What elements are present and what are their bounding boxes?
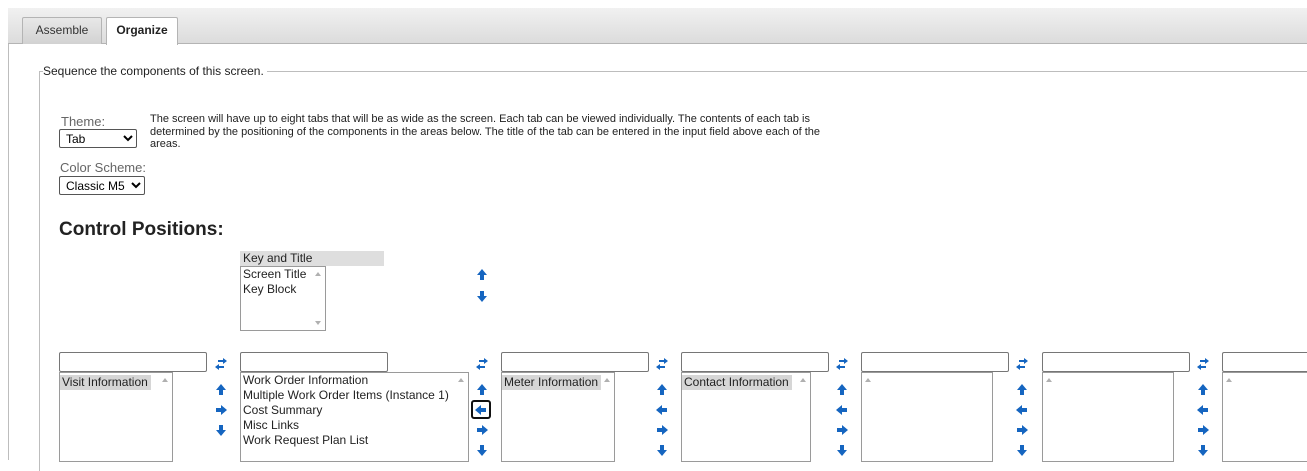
arrow-down-icon[interactable]: [475, 443, 489, 457]
arrow-left-icon[interactable]: [1196, 403, 1210, 417]
arrow-up-icon[interactable]: [1196, 383, 1210, 397]
scrollbar[interactable]: [159, 373, 172, 461]
arrow-left-icon[interactable]: [835, 403, 849, 417]
list-item[interactable]: Misc Links: [241, 418, 468, 433]
arrow-down-icon[interactable]: [835, 443, 849, 457]
arrow-right-icon[interactable]: [655, 423, 669, 437]
arrow-down-icon[interactable]: [214, 423, 228, 437]
arrow-down-icon[interactable]: [1196, 443, 1210, 457]
list-item[interactable]: Cost Summary: [241, 403, 468, 418]
tab-organize[interactable]: Organize: [106, 17, 178, 45]
arrow-right-icon[interactable]: [1196, 423, 1210, 437]
color-scheme-select[interactable]: Classic M5: [59, 176, 145, 195]
arrow-left-icon[interactable]: [1015, 403, 1029, 417]
arrow-up-icon[interactable]: [475, 383, 489, 397]
swap-arrows-icon[interactable]: [655, 357, 669, 371]
scrollbar[interactable]: [1223, 373, 1236, 461]
list-item[interactable]: Work Order Information: [241, 373, 468, 388]
tab-assemble[interactable]: Assemble: [22, 17, 102, 44]
area-1-title-input[interactable]: [59, 352, 207, 372]
arrow-down-icon[interactable]: [655, 443, 669, 457]
area-7-title-input[interactable]: [1222, 352, 1307, 372]
arrow-left-icon[interactable]: [655, 403, 669, 417]
swap-arrows-icon[interactable]: [1196, 357, 1210, 371]
arrow-up-icon[interactable]: [1015, 383, 1029, 397]
swap-arrows-icon[interactable]: [475, 357, 489, 371]
theme-label: Theme:: [61, 114, 106, 129]
key-title-listbox[interactable]: Screen Title Key Block: [240, 266, 326, 331]
arrow-up-icon[interactable]: [655, 383, 669, 397]
arrow-right-icon[interactable]: [475, 423, 489, 437]
arrow-right-icon[interactable]: [835, 423, 849, 437]
key-title-header: Key and Title: [240, 251, 384, 266]
swap-arrows-icon[interactable]: [214, 357, 228, 371]
area-5-listbox[interactable]: [861, 372, 993, 462]
list-item[interactable]: Work Request Plan List: [241, 433, 468, 448]
area-2-title-input[interactable]: [240, 352, 388, 372]
arrow-left-icon[interactable]: [474, 403, 488, 417]
list-item[interactable]: Visit Information: [60, 375, 151, 390]
arrow-up-icon[interactable]: [214, 383, 228, 397]
scrollbar[interactable]: [312, 267, 325, 330]
scrollbar[interactable]: [797, 373, 810, 461]
area-3-listbox[interactable]: Meter Information: [501, 372, 615, 462]
theme-select[interactable]: Tab: [59, 129, 137, 148]
swap-arrows-icon[interactable]: [1015, 357, 1029, 371]
tab-bar: Assemble Organize: [8, 8, 1307, 45]
area-1-listbox[interactable]: Visit Information: [59, 372, 173, 462]
list-item[interactable]: Contact Information: [682, 375, 792, 390]
list-item[interactable]: Multiple Work Order Items (Instance 1): [241, 388, 468, 403]
arrow-right-icon[interactable]: [1015, 423, 1029, 437]
swap-arrows-icon[interactable]: [835, 357, 849, 371]
scrollbar[interactable]: [1043, 373, 1056, 461]
list-item[interactable]: Meter Information: [502, 375, 602, 390]
area-6-title-input[interactable]: [1042, 352, 1190, 372]
area-4-title-input[interactable]: [681, 352, 829, 372]
section-legend: Sequence the components of this screen.: [43, 64, 267, 78]
arrow-right-icon[interactable]: [214, 403, 228, 417]
arrow-up-icon[interactable]: [835, 383, 849, 397]
scrollbar[interactable]: [601, 373, 614, 461]
scrollbar[interactable]: [862, 373, 875, 461]
area-4-listbox[interactable]: Contact Information: [681, 372, 811, 462]
scrollbar[interactable]: [455, 373, 468, 461]
area-6-listbox[interactable]: [1042, 372, 1174, 462]
arrow-down-icon[interactable]: [475, 289, 489, 303]
color-scheme-label: Color Scheme:: [60, 160, 146, 175]
arrow-up-icon[interactable]: [475, 268, 489, 282]
area-7-listbox[interactable]: [1222, 372, 1307, 462]
area-5-title-input[interactable]: [861, 352, 1009, 372]
area-3-title-input[interactable]: [501, 352, 649, 372]
theme-description: The screen will have up to eight tabs th…: [150, 113, 821, 150]
control-positions-heading: Control Positions:: [59, 219, 224, 240]
area-2-listbox[interactable]: Work Order Information Multiple Work Ord…: [240, 372, 469, 462]
arrow-down-icon[interactable]: [1015, 443, 1029, 457]
